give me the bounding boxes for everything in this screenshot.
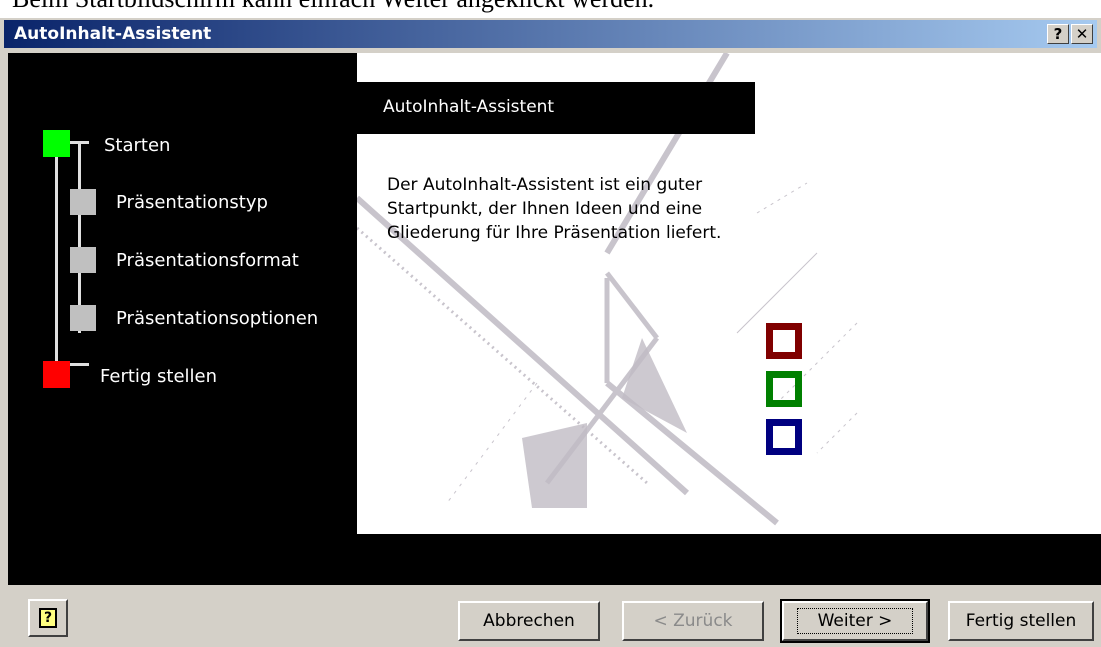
next-button-label: Weiter > bbox=[796, 608, 914, 634]
step-marker-praesentationsoptionen bbox=[70, 305, 96, 331]
description-line: Der AutoInhalt-Assistent ist ein guter bbox=[387, 175, 703, 195]
back-button[interactable]: < Zurück bbox=[622, 601, 764, 641]
decor-square-blue bbox=[766, 419, 802, 455]
description-line: Gliederung für Ihre Präsentation liefert… bbox=[387, 223, 722, 243]
content-heading: AutoInhalt-Assistent bbox=[383, 97, 555, 117]
description-line: Startpunkt, der Ihnen Ideen und eine bbox=[387, 199, 703, 219]
step-marker-praesentationstyp bbox=[70, 189, 96, 215]
decor-square-green bbox=[766, 371, 802, 407]
content-pane: AutoInhalt-Assistent Der AutoInhalt-Assi… bbox=[357, 53, 1101, 534]
title-bar: AutoInhalt-Assistent ? ✕ bbox=[4, 20, 1097, 48]
step-label-starten: Starten bbox=[104, 135, 171, 156]
step-label-praesentationstyp: Präsentationstyp bbox=[116, 192, 268, 213]
help-title-button[interactable]: ? bbox=[1047, 24, 1069, 44]
step-label-praesentationsformat: Präsentationsformat bbox=[116, 250, 299, 271]
step-label-praesentationsoptionen: Präsentationsoptionen bbox=[116, 308, 319, 329]
finish-button[interactable]: Fertig stellen bbox=[948, 601, 1094, 641]
close-button[interactable]: ✕ bbox=[1071, 24, 1093, 44]
help-button[interactable]: ? bbox=[28, 599, 68, 637]
window-title: AutoInhalt-Assistent bbox=[14, 24, 212, 44]
caption-strip: Beim Startbildschirm kann einfach Weiter… bbox=[0, 0, 1101, 18]
next-button[interactable]: Weiter > bbox=[780, 599, 930, 643]
wizard-dialog: AutoInhalt-Assistent ? ✕ Starten Präsent… bbox=[0, 18, 1101, 647]
step-label-fertig-stellen: Fertig stellen bbox=[100, 366, 218, 387]
decor-square-red bbox=[766, 323, 802, 359]
content-header: AutoInhalt-Assistent bbox=[357, 82, 755, 134]
page-caption: Beim Startbildschirm kann einfach Weiter… bbox=[12, 0, 654, 14]
step-marker-fertig-stellen bbox=[43, 361, 70, 388]
content-description: Der AutoInhalt-Assistent ist ein guter S… bbox=[387, 173, 797, 245]
steps-connector-left bbox=[55, 143, 58, 363]
step-marker-starten bbox=[43, 130, 70, 157]
step-marker-praesentationsformat bbox=[70, 247, 96, 273]
button-bar: ? Abbrechen < Zurück Weiter > Fertig ste… bbox=[0, 585, 1101, 647]
help-icon: ? bbox=[39, 608, 57, 628]
cancel-button[interactable]: Abbrechen bbox=[458, 601, 600, 641]
